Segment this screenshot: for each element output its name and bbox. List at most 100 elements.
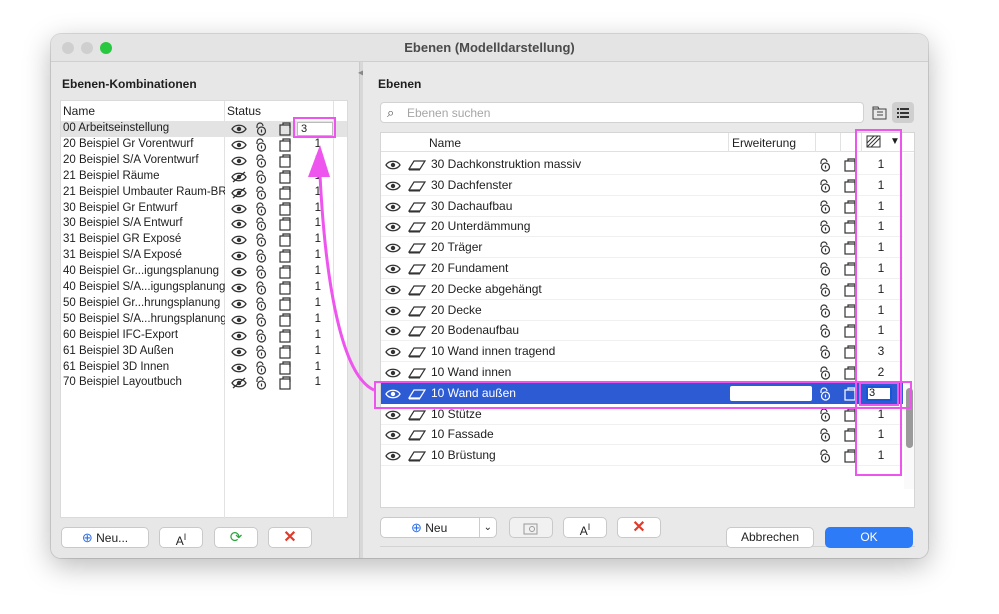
lock-icon[interactable] [818,241,832,258]
lock-icon[interactable] [818,283,832,300]
lock-icon[interactable] [818,262,832,279]
combination-name: 00 Arbeitseinstellung [63,122,170,134]
column-header-name[interactable]: Name [429,136,461,150]
eye-icon[interactable] [385,450,401,465]
lock-icon[interactable] [818,324,832,341]
layer-name: 10 Fassade [431,427,494,442]
layer-row[interactable]: 20 Unterdämmung 1 [381,216,903,238]
lock-icon[interactable] [818,345,832,362]
layer-row[interactable]: 30 Dachkonstruktion massiv 1 [381,154,903,175]
lock-icon[interactable] [818,200,832,217]
eye-icon[interactable] [231,123,247,138]
layer-row[interactable]: 30 Dachfenster 1 [381,175,903,196]
layer-row[interactable]: 20 Träger 1 [381,237,903,259]
eye-icon[interactable] [385,429,401,444]
eye-icon[interactable] [231,234,247,249]
combinations-heading: Ebenen-Kombinationen [62,77,197,91]
eye-icon[interactable] [231,330,247,345]
lock-icon[interactable] [818,428,832,445]
column-header-name[interactable]: Name [63,104,95,118]
layer-search-field[interactable]: ⌕ Ebenen suchen [380,102,864,123]
search-placeholder: Ebenen suchen [407,106,491,120]
eye-icon[interactable] [231,298,247,313]
delete-x-icon: ✕ [283,529,297,546]
eye-icon[interactable] [231,362,247,377]
layer-row[interactable]: 20 Bodenaufbau 1 [381,320,903,342]
eye-icon[interactable] [231,266,247,281]
layer-row[interactable]: 20 Decke 1 [381,300,903,321]
layer-icon [407,367,427,382]
layer-icon [407,305,427,320]
title-bar: Ebenen (Modelldarstellung) [51,34,928,62]
lock-icon[interactable] [818,220,832,237]
eye-icon[interactable] [231,155,247,170]
table-header: Name Erweiterung ▼ [381,133,914,152]
lock-icon[interactable] [818,408,832,425]
column-divider [728,133,729,152]
eye-icon[interactable] [231,314,247,329]
column-divider [815,133,816,152]
eye-icon[interactable] [231,203,247,218]
delete-layer-button[interactable]: ✕ [617,517,661,538]
layer-name: 20 Unterdämmung [431,219,531,234]
annotation-box-selected-row [374,381,912,409]
eye-icon[interactable] [385,409,401,424]
delete-combination-button[interactable]: ✕ [268,527,312,548]
layer-row[interactable]: 20 Fundament 1 [381,258,903,279]
lock-icon[interactable] [818,179,832,196]
layer-icon [407,159,427,174]
layer-row[interactable]: 20 Decke abgehängt 1 [381,279,903,300]
rename-layer-button[interactable]: AI [563,517,607,538]
layer-icon [407,180,427,195]
eye-icon[interactable] [231,250,247,265]
layer-name: 30 Dachaufbau [431,198,513,213]
wireframe-icon[interactable] [278,376,292,393]
chevron-down-icon[interactable]: ⌄ [478,518,492,537]
scrollbar-track[interactable] [904,153,914,489]
rename-icon: A [175,534,184,548]
eye-hidden-icon[interactable] [231,171,247,186]
new-combination-button[interactable]: ⊕ Neu... [61,527,149,548]
search-icon: ⌕ [387,105,395,120]
folder-view-button[interactable] [871,104,889,122]
lock-icon[interactable] [818,304,832,321]
layer-row[interactable]: 10 Brüstung 1 [381,445,903,467]
new-combination-label: Neu... [96,531,129,545]
layers-table[interactable]: Name Erweiterung ▼ 30 Dachkonstruktion m… [380,132,915,508]
layer-row[interactable]: 10 Fassade 1 [381,424,903,446]
combination-name: 40 Beispiel Gr...igungsplanung [63,265,219,278]
eye-hidden-icon[interactable] [231,377,247,392]
window-title: Ebenen (Modelldarstellung) [404,40,575,55]
eye-icon[interactable] [231,282,247,297]
annotation-box-count-column [855,129,902,476]
eye-icon[interactable] [231,346,247,361]
column-divider [840,133,841,152]
combination-name: 61 Beispiel 3D Innen [63,360,170,373]
layer-row[interactable]: 30 Dachaufbau 1 [381,196,903,217]
layer-row[interactable]: 10 Wand innen 2 [381,362,903,383]
annotation-box-count-field [859,382,899,406]
lock-icon[interactable] [818,158,832,175]
cancel-button[interactable]: Abbrechen [726,527,814,548]
lock-icon[interactable] [254,376,268,393]
update-combination-button[interactable]: ⟳ [214,527,258,548]
new-layer-button[interactable]: ⊕ Neu ⌄ [380,517,497,538]
combination-name: 60 Beispiel IFC-Export [63,328,179,341]
combination-name: 20 Beispiel S/A Vorentwurf [63,153,199,166]
lock-icon[interactable] [818,449,832,466]
combination-name: 70 Beispiel Layoutbuch [63,376,182,389]
layer-row[interactable]: 10 Wand innen tragend 3 [381,341,903,363]
layer-icon [407,221,427,236]
eye-hidden-icon[interactable] [231,187,247,202]
eye-icon[interactable] [231,218,247,233]
rename-combination-button[interactable]: AI [159,527,203,548]
column-header-extension[interactable]: Erweiterung [732,136,796,150]
eye-icon[interactable] [231,139,247,154]
combination-name: 21 Beispiel Umbauter Raum-BRI [63,185,225,198]
combination-name: 31 Beispiel GR Exposé [63,233,182,246]
ok-button[interactable]: OK [825,527,913,548]
list-view-button[interactable] [892,102,914,123]
column-header-status[interactable]: Status [227,104,261,118]
layer-settings-button[interactable] [509,517,553,538]
layers-heading: Ebenen [378,77,422,91]
